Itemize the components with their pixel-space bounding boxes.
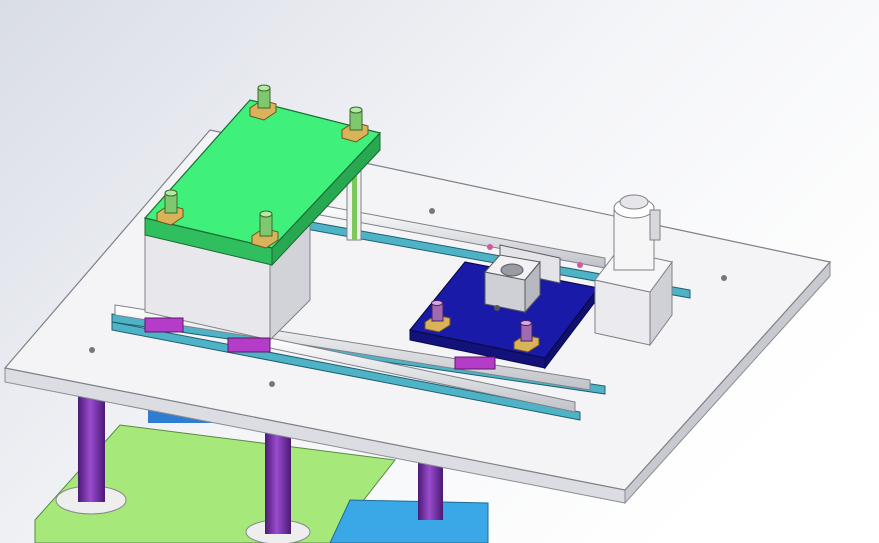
sensor-dot: [487, 244, 493, 250]
slider-block: [227, 337, 271, 353]
slider-block: [454, 356, 496, 370]
lower-blue-plate: [329, 499, 489, 543]
plate-hole: [721, 275, 727, 281]
cad-viewport[interactable]: [0, 0, 879, 543]
sensor-dot: [577, 262, 583, 268]
support-column: [418, 460, 443, 520]
support-column: [265, 430, 291, 534]
motor-bracket: [649, 209, 661, 241]
cylinder-port: [500, 263, 524, 277]
support-column: [78, 390, 105, 502]
cylinder-screw: [494, 305, 500, 311]
slider-block: [144, 317, 184, 333]
plate-hole: [269, 381, 275, 387]
plate-hole: [429, 208, 435, 214]
motor-top: [619, 194, 649, 210]
plate-hole: [89, 347, 95, 353]
cad-assembly-view: [0, 0, 879, 543]
motor-body: [613, 209, 655, 271]
